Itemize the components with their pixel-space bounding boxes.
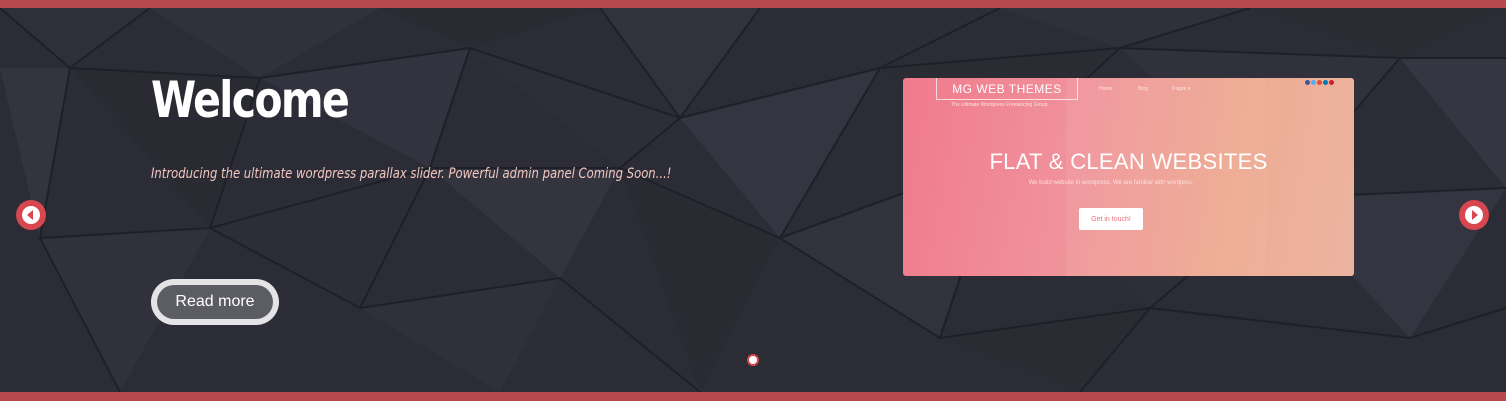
parallax-slider: Welcome Introducing the ultimate wordpre… [0, 0, 1506, 401]
preview-nav-blog: Blog [1138, 86, 1149, 92]
read-more-label: Read more [157, 285, 273, 319]
read-more-button[interactable]: Read more [151, 279, 279, 325]
chevron-right-icon [1465, 206, 1483, 224]
website-preview-image: MG WEB THEMES The Ultimate Wordpress Fre… [903, 78, 1354, 276]
preview-brand-sub: The Ultimate Wordpress Freelancing Group [951, 102, 1048, 108]
pinterest-icon [1329, 80, 1334, 85]
preview-nav-home: Home [1099, 86, 1113, 92]
twitter-icon [1311, 80, 1316, 85]
linkedin-icon [1323, 80, 1328, 85]
preview-hero-title: FLAT & CLEAN WEBSITES [989, 149, 1268, 174]
preview-cta-button: Get in touch! [1079, 208, 1143, 230]
chevron-left-icon [22, 206, 40, 224]
slide-tagline: Introducing the ultimate wordpress paral… [151, 166, 672, 182]
google-plus-icon [1317, 80, 1322, 85]
next-slide-button[interactable] [1459, 200, 1489, 230]
bottom-accent-bar [0, 392, 1506, 401]
preview-brand: MG WEB THEMES [936, 78, 1078, 100]
preview-hero-subtitle: We build website in wordpress. We are fa… [1028, 180, 1194, 186]
prev-slide-button[interactable] [16, 200, 46, 230]
slide-indicator-dot[interactable] [747, 354, 759, 366]
top-accent-bar [0, 0, 1506, 8]
preview-nav-pages: Pages ▾ [1172, 86, 1191, 92]
slide-title: Welcome [151, 71, 350, 129]
facebook-icon [1305, 80, 1310, 85]
